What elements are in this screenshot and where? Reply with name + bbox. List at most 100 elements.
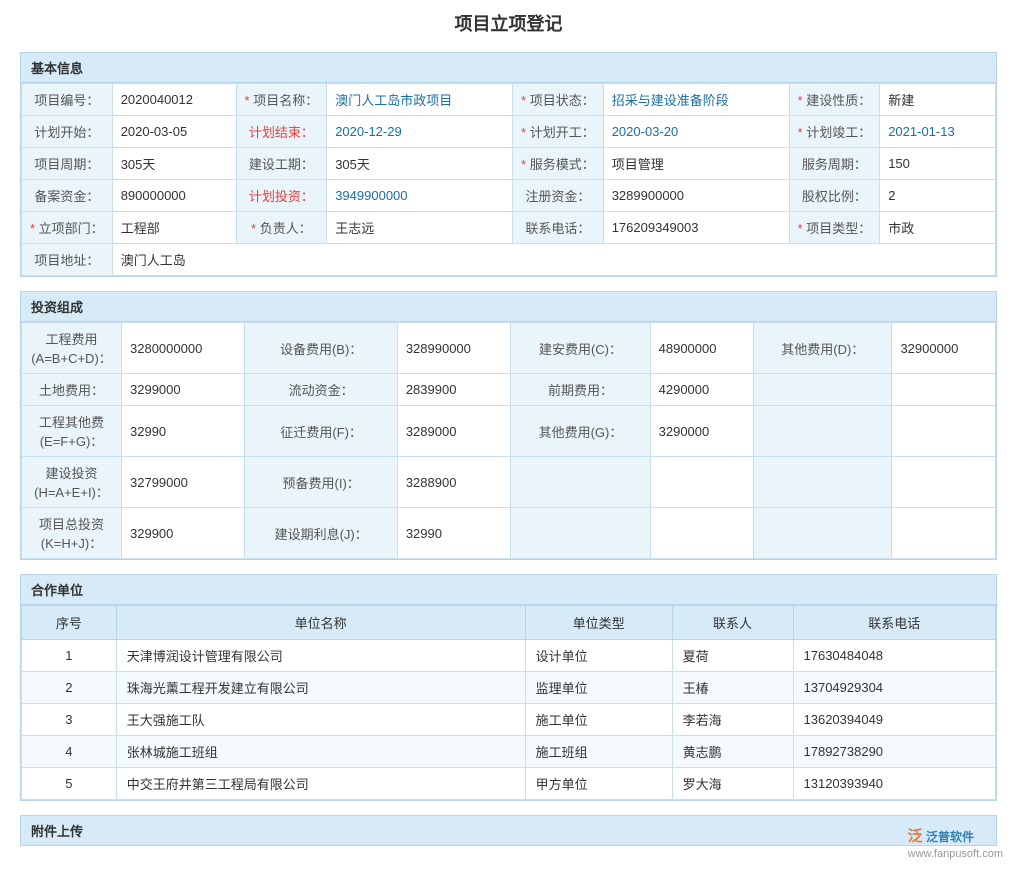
phone-value: 176209349003 xyxy=(603,212,789,244)
table-row: 计划开始： 2020-03-05 计划结束： 2020-12-29 * 计划开工… xyxy=(22,116,996,148)
table-row: 土地费用： 3299000 流动资金： 2839900 前期费用： 429000… xyxy=(22,374,996,406)
cell-no: 5 xyxy=(22,768,117,800)
plan-invest-value: 3949900000 xyxy=(327,180,513,212)
invest-label-4-4 xyxy=(754,457,892,508)
invest-value-5-4 xyxy=(892,508,996,559)
plan-open-label: * 计划开工： xyxy=(513,116,604,148)
col-header-name: 单位名称 xyxy=(116,606,525,640)
project-type-value: 市政 xyxy=(880,212,996,244)
table-row: 工程费用 (A=B+C+D)： 3280000000 设备费用(B)： 3289… xyxy=(22,323,996,374)
logo-text: 泛普软件 xyxy=(926,830,974,844)
invest-label-5-1: 项目总投资 (K=H+J)： xyxy=(22,508,122,559)
project-period-value: 305天 xyxy=(112,148,236,180)
invest-label-5-3 xyxy=(511,508,650,559)
invest-value-4-2: 3288900 xyxy=(397,457,510,508)
invest-value-4-1: 32799000 xyxy=(122,457,245,508)
cell-type: 监理单位 xyxy=(525,672,672,704)
table-row: 1天津博润设计管理有限公司设计单位夏荷17630484048 xyxy=(22,640,996,672)
filing-capital-label: 备案资金： xyxy=(22,180,113,212)
project-nature-value: 新建 xyxy=(880,84,996,116)
plan-invest-label: 计划投资： xyxy=(236,180,327,212)
address-value: 澳门人工岛 xyxy=(112,244,995,276)
person-value: 王志远 xyxy=(327,212,513,244)
equity-ratio-value: 2 xyxy=(880,180,996,212)
cell-contact: 王椿 xyxy=(672,672,793,704)
invest-value-5-3 xyxy=(650,508,753,559)
dept-label: * 立项部门： xyxy=(22,212,113,244)
basic-info-section: 基本信息 项目编号： 2020040012 * 项目名称： 澳门人工岛市政项目 … xyxy=(20,52,997,277)
invest-value-1-1: 3280000000 xyxy=(122,323,245,374)
table-row: 3王大强施工队施工单位李若海13620394049 xyxy=(22,704,996,736)
plan-end-label: 计划结束： xyxy=(236,116,327,148)
invest-value-4-4 xyxy=(892,457,996,508)
cell-no: 3 xyxy=(22,704,117,736)
construction-period-value: 305天 xyxy=(327,148,513,180)
phone-label: 联系电话： xyxy=(513,212,604,244)
attachment-header: 附件上传 xyxy=(21,816,996,845)
invest-value-3-4 xyxy=(892,406,996,457)
plan-start-value: 2020-03-05 xyxy=(112,116,236,148)
table-row: 项目周期： 305天 建设工期： 305天 * 服务模式： 项目管理 服务周期：… xyxy=(22,148,996,180)
cell-contact: 李若海 xyxy=(672,704,793,736)
invest-value-1-3: 48900000 xyxy=(650,323,753,374)
table-row: 2珠海光薰工程开发建立有限公司监理单位王椿13704929304 xyxy=(22,672,996,704)
cell-type: 甲方单位 xyxy=(525,768,672,800)
cell-contact: 夏荷 xyxy=(672,640,793,672)
equity-ratio-label: 股权比例： xyxy=(789,180,880,212)
cell-name: 中交王府井第三工程局有限公司 xyxy=(116,768,525,800)
project-number-value: 2020040012 xyxy=(112,84,236,116)
invest-label-1-3: 建安费用(C)： xyxy=(511,323,650,374)
col-header-type: 单位类型 xyxy=(525,606,672,640)
project-period-label: 项目周期： xyxy=(22,148,113,180)
dept-value: 工程部 xyxy=(112,212,236,244)
invest-value-2-2: 2839900 xyxy=(397,374,510,406)
invest-label-1-4: 其他费用(D)： xyxy=(754,323,892,374)
invest-label-5-2: 建设期利息(J)： xyxy=(245,508,397,559)
cell-contact: 罗大海 xyxy=(672,768,793,800)
project-status-value: 招采与建设准备阶段 xyxy=(603,84,789,116)
invest-label-4-1: 建设投资 (H=A+E+I)： xyxy=(22,457,122,508)
cell-contact: 黄志鹏 xyxy=(672,736,793,768)
cooperation-section: 合作单位 序号 单位名称 单位类型 联系人 联系电话 1天津博润设计管理有限公司… xyxy=(20,574,997,801)
cell-type: 施工班组 xyxy=(525,736,672,768)
table-header-row: 序号 单位名称 单位类型 联系人 联系电话 xyxy=(22,606,996,640)
cell-type: 施工单位 xyxy=(525,704,672,736)
cell-no: 4 xyxy=(22,736,117,768)
plan-finish-value: 2021-01-13 xyxy=(880,116,996,148)
registered-capital-value: 3289900000 xyxy=(603,180,789,212)
footer-logo: 泛 泛普软件 www.fanpusoft.com xyxy=(908,825,1003,860)
construction-period-label: 建设工期： xyxy=(236,148,327,180)
plan-open-value: 2020-03-20 xyxy=(603,116,789,148)
cell-phone: 17892738290 xyxy=(793,736,996,768)
project-number-label: 项目编号： xyxy=(22,84,113,116)
service-period-value: 150 xyxy=(880,148,996,180)
project-nature-label: * 建设性质： xyxy=(789,84,880,116)
col-header-phone: 联系电话 xyxy=(793,606,996,640)
service-mode-value: 项目管理 xyxy=(603,148,789,180)
col-header-contact: 联系人 xyxy=(672,606,793,640)
table-row: 工程其他费 (E=F+G)： 32990 征迁费用(F)： 3289000 其他… xyxy=(22,406,996,457)
cell-name: 张林城施工班组 xyxy=(116,736,525,768)
invest-label-4-3 xyxy=(511,457,650,508)
table-row: 建设投资 (H=A+E+I)： 32799000 预备费用(I)： 328890… xyxy=(22,457,996,508)
person-label: * 负责人： xyxy=(236,212,327,244)
plan-finish-label: * 计划竣工： xyxy=(789,116,880,148)
page-title: 项目立项登记 xyxy=(20,10,997,36)
plan-start-label: 计划开始： xyxy=(22,116,113,148)
table-row: 项目总投资 (K=H+J)： 329900 建设期利息(J)： 32990 xyxy=(22,508,996,559)
invest-value-5-2: 32990 xyxy=(397,508,510,559)
cell-type: 设计单位 xyxy=(525,640,672,672)
invest-value-4-3 xyxy=(650,457,753,508)
col-header-no: 序号 xyxy=(22,606,117,640)
invest-value-3-1: 32990 xyxy=(122,406,245,457)
investment-section: 投资组成 工程费用 (A=B+C+D)： 3280000000 设备费用(B)：… xyxy=(20,291,997,560)
cell-no: 2 xyxy=(22,672,117,704)
invest-label-5-4 xyxy=(754,508,892,559)
logo-icon: 泛 xyxy=(908,828,923,845)
project-type-label: * 项目类型： xyxy=(789,212,880,244)
investment-table: 工程费用 (A=B+C+D)： 3280000000 设备费用(B)： 3289… xyxy=(21,322,996,559)
invest-label-2-2: 流动资金： xyxy=(245,374,397,406)
invest-label-3-3: 其他费用(G)： xyxy=(511,406,650,457)
invest-label-2-4 xyxy=(754,374,892,406)
cell-phone: 17630484048 xyxy=(793,640,996,672)
